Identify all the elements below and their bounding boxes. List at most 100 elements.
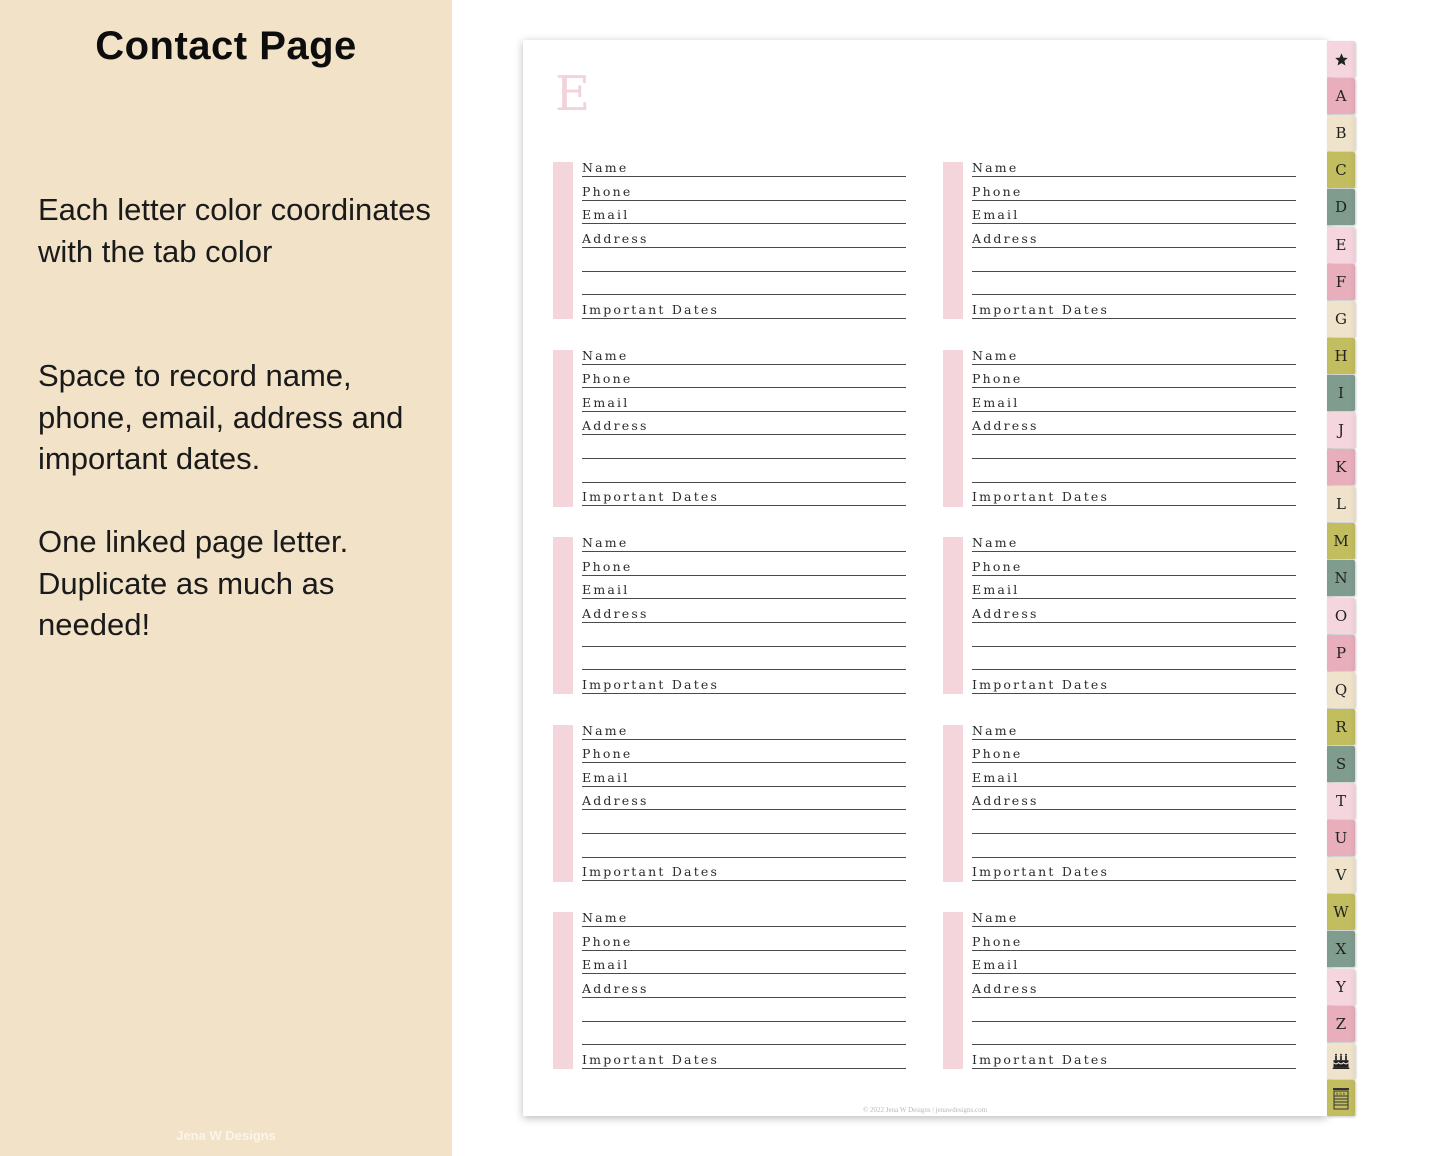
address-line-2-field[interactable] — [972, 438, 1296, 459]
name-field[interactable]: Name — [972, 531, 1296, 552]
address-field[interactable]: Address — [582, 602, 906, 623]
address-field[interactable]: Address — [582, 414, 906, 435]
address-field[interactable]: Address — [972, 227, 1296, 248]
address-line-3-field[interactable] — [582, 1024, 906, 1045]
email-field[interactable]: Email — [972, 578, 1296, 599]
tab-letter-f[interactable]: F — [1327, 263, 1355, 300]
email-field[interactable]: Email — [972, 391, 1296, 412]
name-field[interactable]: Name — [972, 719, 1296, 740]
address-field[interactable]: Address — [582, 789, 906, 810]
important-dates-field[interactable]: Important Dates — [972, 673, 1296, 694]
tab-letter-x[interactable]: X — [1327, 931, 1355, 968]
tab-letter-w[interactable]: W — [1327, 894, 1355, 931]
tab-letter-s[interactable]: S — [1327, 745, 1355, 782]
email-field[interactable]: Email — [582, 953, 906, 974]
tab-letter-o[interactable]: O — [1327, 597, 1355, 634]
address-line-3-field[interactable] — [582, 274, 906, 295]
name-field[interactable]: Name — [582, 156, 906, 177]
tab-letter-c[interactable]: C — [1327, 152, 1355, 189]
tab-letter-m[interactable]: M — [1327, 523, 1355, 560]
address-line-2-field[interactable] — [582, 251, 906, 272]
address-field[interactable]: Address — [972, 414, 1296, 435]
address-line-2-field[interactable] — [582, 813, 906, 834]
phone-field[interactable]: Phone — [582, 742, 906, 763]
tab-letter-i[interactable]: I — [1327, 374, 1355, 411]
name-field[interactable]: Name — [972, 906, 1296, 927]
important-dates-field[interactable]: Important Dates — [972, 860, 1296, 881]
name-field[interactable]: Name — [582, 344, 906, 365]
email-field[interactable]: Email — [972, 203, 1296, 224]
tab-label: S — [1335, 754, 1347, 773]
tab-letter-l[interactable]: L — [1327, 486, 1355, 523]
name-field[interactable]: Name — [972, 344, 1296, 365]
address-field[interactable]: Address — [972, 602, 1296, 623]
email-field[interactable]: Email — [582, 391, 906, 412]
address-field[interactable]: Address — [972, 977, 1296, 998]
tab-letter-t[interactable]: T — [1327, 783, 1355, 819]
email-field[interactable]: Email — [582, 578, 906, 599]
name-field[interactable]: Name — [582, 531, 906, 552]
phone-field[interactable]: Phone — [972, 742, 1296, 763]
email-field[interactable]: Email — [582, 766, 906, 787]
phone-field[interactable]: Phone — [972, 367, 1296, 388]
phone-field[interactable]: Phone — [582, 555, 906, 576]
important-dates-field[interactable]: Important Dates — [582, 1048, 906, 1069]
address-line-3-field[interactable] — [972, 1024, 1296, 1045]
tab-letter-h[interactable]: H — [1327, 337, 1355, 374]
tab-letter-r[interactable]: R — [1327, 708, 1355, 745]
tab-letter-b[interactable]: B — [1327, 115, 1355, 152]
address-line-3-field[interactable] — [582, 649, 906, 670]
tab-letter-k[interactable]: K — [1327, 449, 1355, 486]
phone-field[interactable]: Phone — [582, 367, 906, 388]
important-dates-field[interactable]: Important Dates — [582, 298, 906, 319]
address-line-3-field[interactable] — [972, 274, 1296, 295]
tab-letter-u[interactable]: U — [1327, 820, 1355, 857]
address-line-2-field[interactable] — [972, 813, 1296, 834]
name-field[interactable]: Name — [972, 156, 1296, 177]
phone-field[interactable]: Phone — [972, 180, 1296, 201]
email-field[interactable]: Email — [972, 766, 1296, 787]
tab-letter-d[interactable]: D — [1327, 189, 1355, 226]
phone-field[interactable]: Phone — [972, 930, 1296, 951]
tab-letter-j[interactable]: J — [1327, 412, 1355, 448]
email-field[interactable]: Email — [972, 953, 1296, 974]
address-line-2-field[interactable] — [582, 626, 906, 647]
important-dates-field[interactable]: Important Dates — [582, 860, 906, 881]
address-line-3-field[interactable] — [972, 649, 1296, 670]
address-line-3-field[interactable] — [582, 837, 906, 858]
tab-letter-a[interactable]: A — [1327, 78, 1355, 115]
address-line-2-field[interactable] — [582, 1001, 906, 1022]
tab-birthday-cake[interactable] — [1327, 1042, 1355, 1079]
tab-letter-v[interactable]: V — [1327, 857, 1355, 894]
phone-field[interactable]: Phone — [582, 180, 906, 201]
tab-letter-n[interactable]: N — [1327, 560, 1355, 597]
phone-field[interactable]: Phone — [582, 930, 906, 951]
address-line-2-field[interactable] — [582, 438, 906, 459]
address-line-2-field[interactable] — [972, 1001, 1296, 1022]
important-dates-field[interactable]: Important Dates — [972, 298, 1296, 319]
tab-letter-e[interactable]: E — [1327, 226, 1355, 263]
important-dates-field[interactable]: Important Dates — [972, 485, 1296, 506]
tab-letter-q[interactable]: Q — [1327, 671, 1355, 708]
important-dates-field[interactable]: Important Dates — [582, 485, 906, 506]
tab-letter-g[interactable]: G — [1327, 300, 1355, 337]
tab-notes[interactable]: 8 8 8 — [1327, 1079, 1355, 1116]
address-line-3-field[interactable] — [972, 837, 1296, 858]
important-dates-field[interactable]: Important Dates — [972, 1048, 1296, 1069]
address-line-3-field[interactable] — [582, 462, 906, 483]
phone-field[interactable]: Phone — [972, 555, 1296, 576]
tab-letter-y[interactable]: Y — [1327, 968, 1355, 1005]
address-line-2-field[interactable] — [972, 626, 1296, 647]
address-field[interactable]: Address — [972, 789, 1296, 810]
name-field[interactable]: Name — [582, 906, 906, 927]
tab-letter-p[interactable]: P — [1327, 634, 1355, 671]
tab-letter-z[interactable]: Z — [1327, 1005, 1355, 1042]
name-field[interactable]: Name — [582, 719, 906, 740]
address-field[interactable]: Address — [582, 977, 906, 998]
address-line-2-field[interactable] — [972, 251, 1296, 272]
address-field[interactable]: Address — [582, 227, 906, 248]
email-field[interactable]: Email — [582, 203, 906, 224]
address-line-3-field[interactable] — [972, 462, 1296, 483]
important-dates-field[interactable]: Important Dates — [582, 673, 906, 694]
tab-star[interactable] — [1327, 41, 1355, 77]
